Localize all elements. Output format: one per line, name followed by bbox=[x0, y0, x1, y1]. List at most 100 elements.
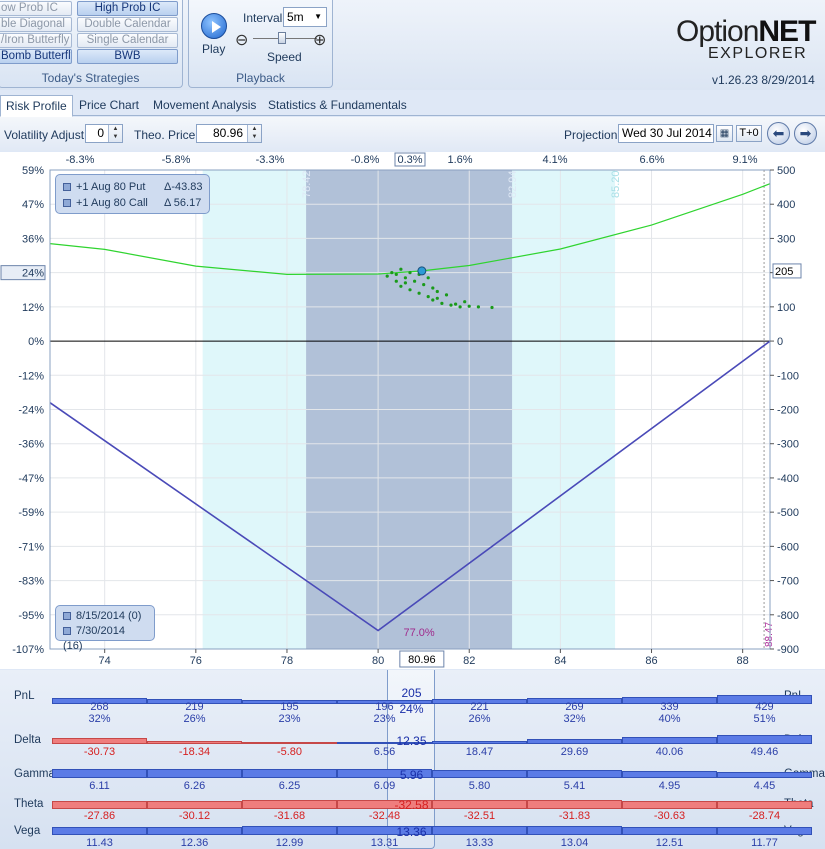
sim-point bbox=[440, 301, 444, 305]
right-axis-tick: 400 bbox=[777, 199, 795, 211]
greek-value: 269 bbox=[565, 701, 584, 713]
tab-movement-analysis[interactable]: Movement Analysis bbox=[148, 95, 261, 117]
x-axis-tick: 84 bbox=[554, 655, 566, 667]
sim-point bbox=[426, 276, 430, 280]
strategy-high-prob-ic[interactable]: High Prob IC bbox=[77, 1, 178, 16]
volatility-label: Volatility Adjust bbox=[4, 128, 85, 142]
arrow-right-icon[interactable]: ➡ bbox=[794, 122, 817, 145]
speed-plus-button[interactable]: ⊕ bbox=[313, 30, 326, 50]
left-axis-tick: 47% bbox=[22, 199, 44, 211]
top-axis-tick: -3.3% bbox=[256, 154, 285, 166]
greek-bar bbox=[242, 826, 337, 835]
greek-value: -30.63 bbox=[653, 810, 686, 822]
sim-point bbox=[463, 300, 467, 304]
greek-bar bbox=[622, 771, 717, 778]
projection-date-input[interactable]: Wed 30 Jul 2014 bbox=[618, 124, 714, 143]
theo-price-input[interactable]: 80.96 ▲ ▼ bbox=[196, 124, 262, 143]
sim-point bbox=[408, 271, 412, 275]
greek-value: 12.51 bbox=[655, 837, 684, 849]
greek-bar bbox=[527, 739, 622, 744]
speed-slider-thumb[interactable] bbox=[278, 32, 286, 44]
spinner-arrows-icon[interactable]: ▲ ▼ bbox=[108, 125, 122, 142]
greek-value: 6.26 bbox=[183, 780, 206, 792]
dates-legend: 8/15/2014 (0) 7/30/2014 (16) bbox=[55, 605, 155, 652]
brand-name-part1: Option bbox=[676, 15, 759, 48]
left-axis-tick: 59% bbox=[22, 165, 44, 177]
left-axis-tick: 12% bbox=[22, 302, 44, 314]
greek-bar bbox=[717, 827, 812, 835]
zone-label-upper: 82.94 bbox=[507, 170, 519, 198]
x-axis-tick: 78 bbox=[281, 655, 293, 667]
greek-pct: 23% bbox=[278, 713, 301, 725]
sim-point bbox=[399, 284, 403, 288]
greek-value: 268 bbox=[90, 701, 109, 713]
greek-label-vega: Vega bbox=[14, 825, 41, 837]
left-axis-tick: 24% bbox=[22, 268, 44, 280]
strategy-low-prob-ic[interactable]: ow Prob IC bbox=[0, 1, 72, 16]
greek-value: 4.95 bbox=[658, 780, 681, 792]
top-axis-tick: -0.8% bbox=[351, 154, 380, 166]
greek-value: 49.46 bbox=[750, 746, 779, 758]
sim-point bbox=[422, 283, 426, 287]
greek-label-delta: Delta bbox=[14, 734, 41, 746]
greeks-panel: PnLPnL26832%21926%19523%19623%20524%2212… bbox=[0, 670, 825, 849]
strategy-double-diagonal[interactable]: ble Diagonal bbox=[0, 17, 72, 32]
strategy-double-calendar[interactable]: Double Calendar bbox=[77, 17, 178, 32]
strategy-bwb[interactable]: BWB bbox=[77, 49, 178, 64]
arrow-left-icon[interactable]: ⬅ bbox=[767, 122, 790, 145]
greek-bar bbox=[622, 801, 717, 809]
greek-bar bbox=[527, 770, 622, 778]
t0-button[interactable]: T+0 bbox=[736, 125, 762, 142]
left-axis-tick: 36% bbox=[22, 233, 44, 245]
greek-pct: 26% bbox=[468, 713, 491, 725]
calendar-icon[interactable]: ▦ bbox=[716, 125, 733, 142]
top-axis-tick: 9.1% bbox=[732, 154, 757, 166]
strategy-single-calendar[interactable]: Single Calendar bbox=[77, 33, 178, 48]
ribbon: ow Prob IC ble Diagonal /Iron Butterfly … bbox=[0, 0, 825, 90]
risk-profile-chart[interactable]: 78.42 82.94 85.20 88.47 77.0% 59% 47% 36% 24% 12%… bbox=[0, 152, 825, 669]
greek-bar bbox=[717, 735, 812, 744]
top-axis-tick: -8.3% bbox=[66, 154, 95, 166]
greek-value: -31.83 bbox=[558, 810, 591, 822]
sim-point bbox=[431, 298, 435, 302]
strategy-bomb-butterfly[interactable]: Bomb Butterfly bbox=[0, 49, 72, 64]
greek-bar bbox=[242, 800, 337, 809]
greek-bar bbox=[432, 741, 527, 744]
greek-bar bbox=[527, 826, 622, 835]
greek-label-theta: Theta bbox=[14, 798, 44, 810]
volatility-input[interactable]: 0 ▲ ▼ bbox=[85, 124, 123, 143]
greek-bar bbox=[242, 742, 337, 744]
zone-label-lower: 78.42 bbox=[301, 170, 313, 198]
top-axis-tick: 6.6% bbox=[639, 154, 664, 166]
x-axis-highlight: 80.96 bbox=[408, 654, 436, 666]
greek-value: -18.34 bbox=[178, 746, 211, 758]
greek-value: 13.33 bbox=[465, 837, 494, 849]
greek-value: 13.04 bbox=[560, 837, 589, 849]
greek-bar bbox=[242, 769, 337, 778]
greek-bar bbox=[147, 741, 242, 744]
greek-bar bbox=[432, 800, 527, 809]
sim-point bbox=[394, 272, 398, 276]
sim-point bbox=[399, 267, 403, 271]
tab-price-chart[interactable]: Price Chart bbox=[74, 95, 144, 117]
greek-pct: 40% bbox=[658, 713, 681, 725]
x-axis-tick: 76 bbox=[190, 655, 202, 667]
top-axis-tick: 0.3% bbox=[397, 154, 422, 166]
sim-point bbox=[417, 291, 421, 295]
left-axis-tick: -83% bbox=[18, 576, 44, 588]
interval-select[interactable]: 5m ▼ bbox=[283, 7, 327, 27]
sim-point bbox=[444, 293, 449, 297]
tab-risk-profile[interactable]: Risk Profile bbox=[0, 95, 73, 117]
sim-point bbox=[454, 302, 458, 306]
play-button[interactable] bbox=[201, 13, 227, 39]
sim-point bbox=[435, 296, 439, 300]
tab-statistics[interactable]: Statistics & Fundamentals bbox=[263, 95, 412, 117]
left-axis-tick: -107% bbox=[12, 644, 44, 656]
speed-minus-button[interactable]: ⊖ bbox=[235, 30, 248, 50]
brand-logo: OptionNET bbox=[676, 15, 816, 49]
greek-bar bbox=[717, 772, 812, 778]
left-axis-tick: -24% bbox=[18, 405, 44, 417]
spinner-arrows-icon[interactable]: ▲ ▼ bbox=[247, 125, 261, 142]
strategy-iron-butterfly[interactable]: /Iron Butterfly bbox=[0, 33, 72, 48]
theo-price-label: Theo. Price bbox=[134, 128, 196, 142]
